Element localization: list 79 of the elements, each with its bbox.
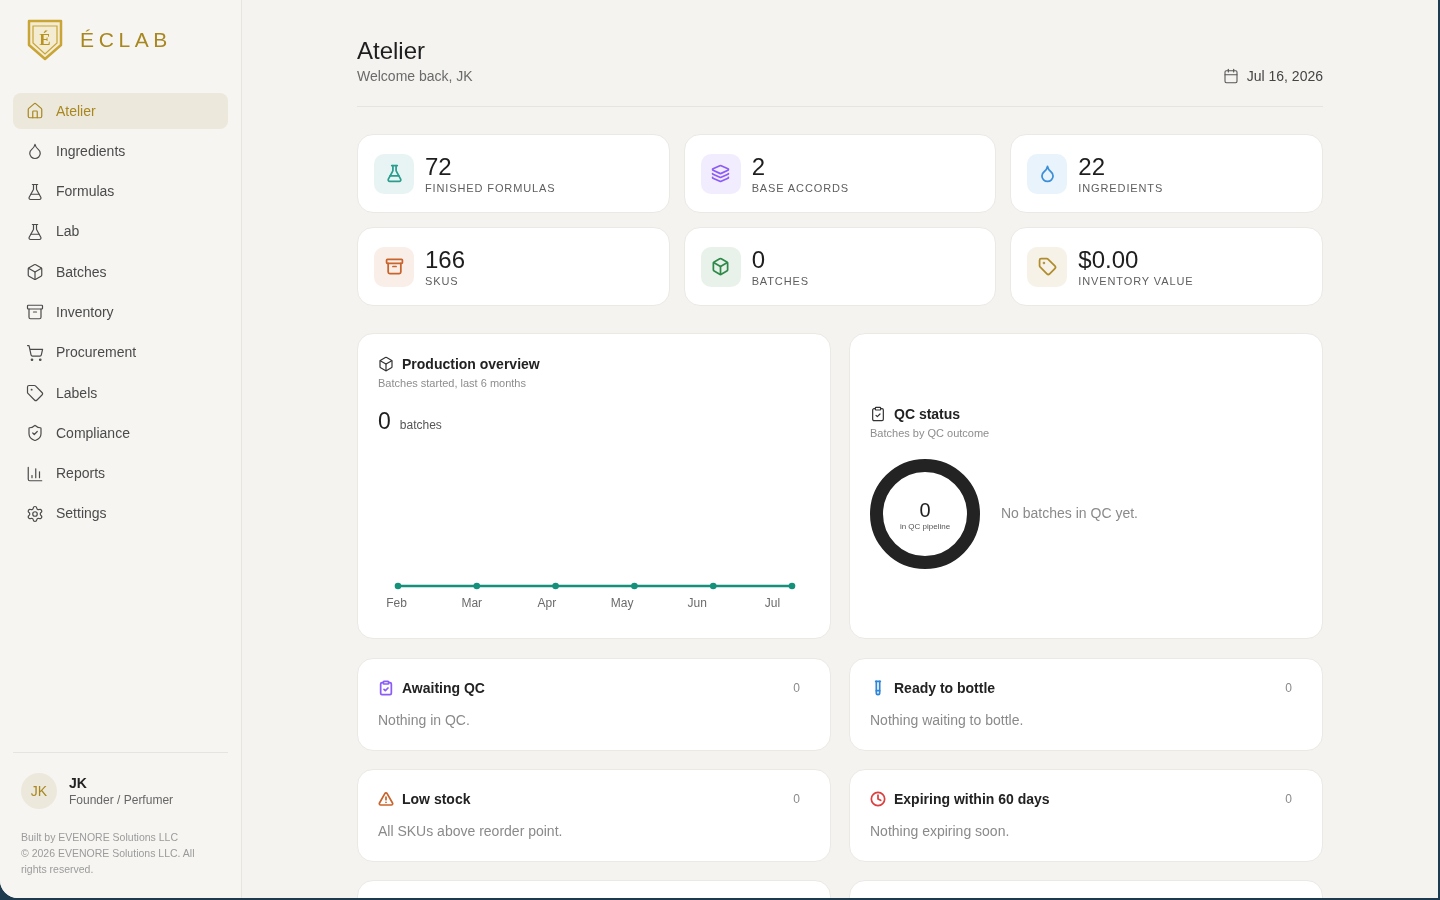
stat-label: BATCHES xyxy=(751,273,809,288)
user-name: JK xyxy=(69,773,88,792)
built-by-text: Built by EVENORE Solutions LLC xyxy=(21,830,179,845)
droplet-icon xyxy=(26,142,44,161)
nav-item[interactable]: Inventory xyxy=(13,294,228,331)
stat-label: SKUS xyxy=(425,273,460,288)
layers-icon xyxy=(700,153,741,194)
welcome-text: Welcome back, JK xyxy=(357,67,473,86)
empty-message: No batches in QC yet. xyxy=(1001,504,1138,523)
date-text: Jul 16, 2026 xyxy=(1246,67,1323,86)
nav-item[interactable]: Labels xyxy=(13,375,228,412)
user-role: Founder / Perfumer xyxy=(69,791,174,809)
bar-chart-icon xyxy=(26,464,44,483)
stat-value: 2 xyxy=(751,152,766,181)
shield-check-icon xyxy=(26,424,44,443)
card-title: QC status xyxy=(894,404,961,424)
nav-item[interactable]: Procurement xyxy=(13,334,228,371)
nav-item[interactable]: Formulas xyxy=(13,173,228,210)
month-label: Feb xyxy=(386,595,407,611)
total-unit: batches xyxy=(399,417,442,434)
card-title: Ready to bottle xyxy=(894,679,996,698)
stat-value: 166 xyxy=(425,245,466,274)
card-title: Production overview xyxy=(402,355,540,374)
stat-label: BASE ACCORDS xyxy=(751,180,850,195)
nav-item[interactable]: Ingredients xyxy=(13,133,228,170)
box-icon xyxy=(378,356,394,372)
calendar-icon xyxy=(1222,68,1239,84)
card-message: Nothing waiting to bottle. xyxy=(870,711,1025,730)
stat-label: INVENTORY VALUE xyxy=(1078,273,1194,288)
count-text: 0 xyxy=(793,680,800,697)
card-subtitle: Batches by QC outcome xyxy=(870,425,991,441)
month-label: Mar xyxy=(461,595,483,611)
card-subtitle: Batches started, last 6 months xyxy=(378,376,527,391)
nav-item[interactable]: Compliance xyxy=(13,415,228,452)
house-icon xyxy=(26,102,44,120)
tag-icon xyxy=(1027,246,1068,287)
card-title: Expiring within 60 days xyxy=(894,790,1050,809)
nav-item[interactable]: Lab xyxy=(13,213,228,250)
page-title: Atelier xyxy=(357,36,427,66)
count-text: 0 xyxy=(1285,791,1292,808)
month-label: Jun xyxy=(687,595,707,611)
flask-icon xyxy=(26,222,44,241)
brand-name: ÉCLAB xyxy=(80,27,172,54)
nav-item[interactable]: Batches xyxy=(13,254,228,291)
flask-icon xyxy=(26,182,44,201)
count-text: 0 xyxy=(1285,680,1292,697)
month-label: Apr xyxy=(537,595,557,611)
ring-caption: in QC pipeline xyxy=(899,520,951,533)
card-message: Nothing in QC. xyxy=(378,711,471,730)
nav-item[interactable]: Settings xyxy=(13,495,228,532)
card-title: Low stock xyxy=(402,790,471,809)
stat-value: 72 xyxy=(425,152,453,181)
card-message: All SKUs above reorder point. xyxy=(378,822,564,841)
avatar: JK xyxy=(21,773,57,809)
archive-icon xyxy=(374,246,414,287)
settings-icon xyxy=(26,504,44,523)
nav-item[interactable]: Reports xyxy=(13,455,228,492)
card-message: Nothing expiring soon. xyxy=(870,822,1011,841)
droplet-icon xyxy=(1027,153,1068,194)
ring-total: 0 xyxy=(919,498,931,521)
clipboard-check-icon xyxy=(870,405,886,422)
stat-value: 0 xyxy=(751,245,766,274)
tag-icon xyxy=(26,384,44,403)
total-value: 0 xyxy=(378,407,391,435)
copyright-text: © 2026 EVENORE Solutions LLC. All rights reserved. xyxy=(21,846,196,877)
month-label: Jul xyxy=(764,595,781,611)
cart-icon xyxy=(26,343,44,362)
month-label: May xyxy=(610,595,634,611)
flask-icon xyxy=(374,153,414,194)
box-icon xyxy=(26,263,44,282)
stat-label: FINISHED FORMULAS xyxy=(425,180,556,195)
logo-letter: É xyxy=(39,30,51,49)
card-title: Awaiting QC xyxy=(402,679,485,698)
archive-icon xyxy=(26,303,44,322)
box-icon xyxy=(700,246,741,287)
count-text: 0 xyxy=(793,791,800,808)
stat-value: $0.00 xyxy=(1078,245,1140,274)
stat-value: 22 xyxy=(1078,152,1107,181)
stat-label: INGREDIENTS xyxy=(1078,180,1164,195)
